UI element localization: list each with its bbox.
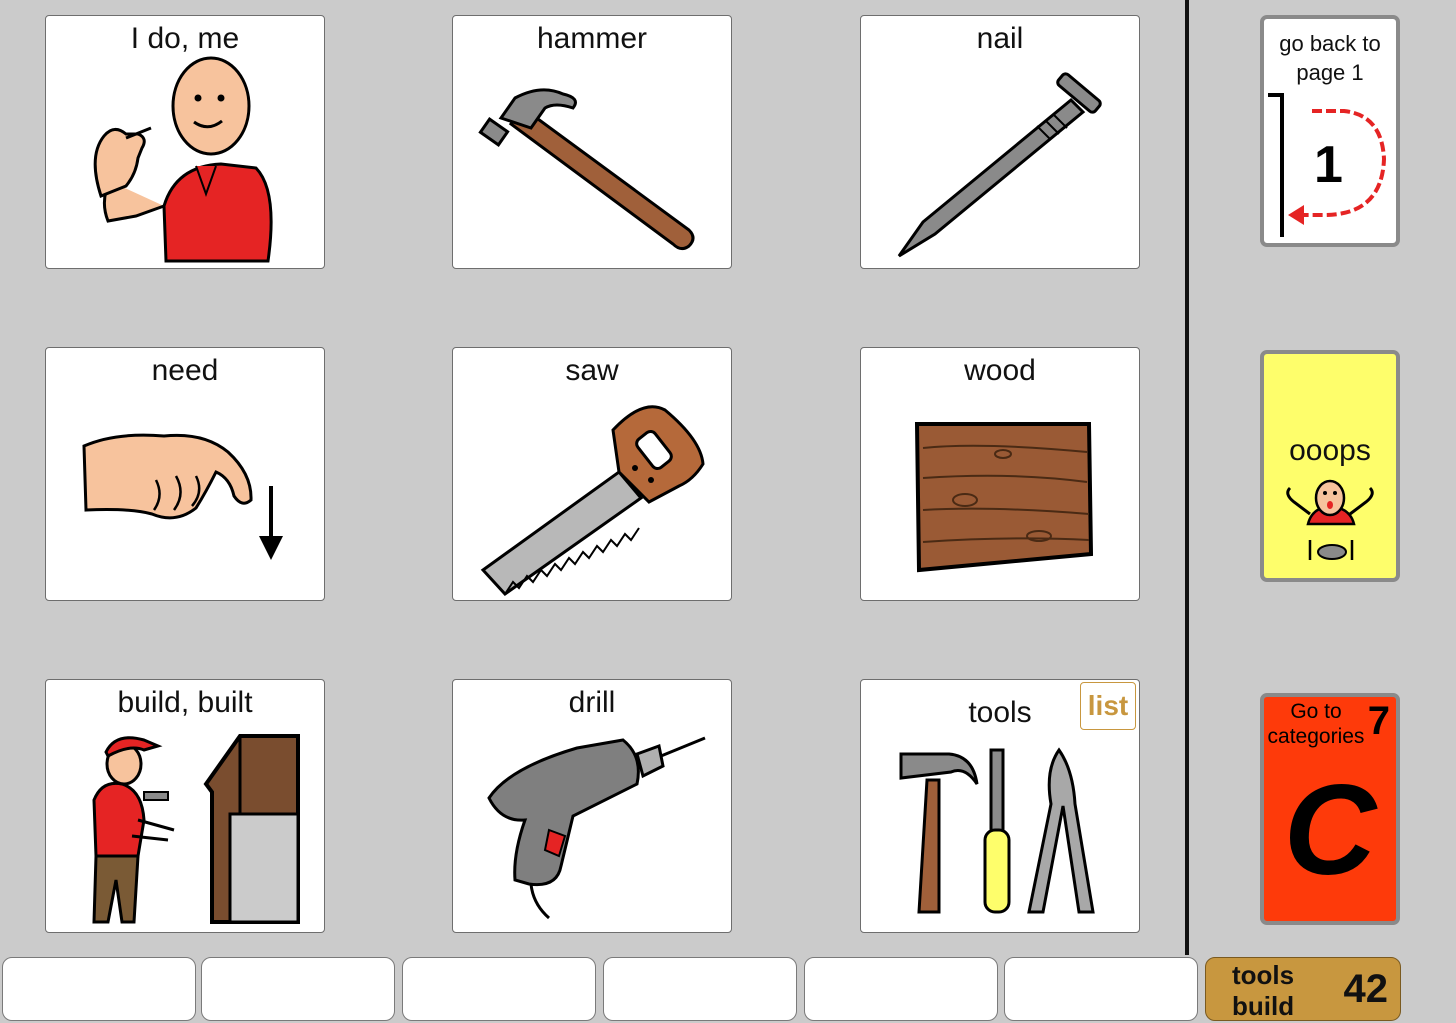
back-page-number: 1 bbox=[1314, 136, 1343, 194]
cell-need[interactable]: need bbox=[45, 347, 325, 601]
divider bbox=[1185, 0, 1189, 955]
person-pointing-self-icon bbox=[93, 56, 273, 263]
categories-line1: Go to bbox=[1290, 700, 1342, 723]
need-hand-icon bbox=[82, 433, 283, 560]
cell-hammer[interactable]: hammer bbox=[452, 15, 732, 269]
cell-wood[interactable]: wood bbox=[860, 347, 1140, 601]
message-slot-3[interactable] bbox=[402, 957, 596, 1021]
saw-icon bbox=[480, 405, 705, 596]
message-slot-5[interactable] bbox=[804, 957, 998, 1021]
categories-number: 7 bbox=[1367, 699, 1390, 743]
nail-icon bbox=[897, 72, 1102, 258]
page-badge: tools build 42 bbox=[1205, 957, 1401, 1021]
message-slot-6[interactable] bbox=[1004, 957, 1198, 1021]
categories-letter-icon: C bbox=[1283, 759, 1377, 902]
go-to-categories-button[interactable]: Go to categories 7 C bbox=[1260, 693, 1400, 925]
person-building-icon bbox=[92, 734, 300, 924]
badge-line1: tools bbox=[1232, 960, 1295, 990]
oops-person-icon bbox=[1286, 479, 1374, 560]
badge-page-number: 42 bbox=[1343, 967, 1389, 1011]
cell-i-do-me[interactable]: I do, me bbox=[45, 15, 325, 269]
go-back-page-1-button[interactable]: go back to page 1 1 bbox=[1260, 15, 1400, 247]
categories-line2: categories bbox=[1267, 725, 1365, 748]
cell-saw[interactable]: saw bbox=[452, 347, 732, 601]
badge-line2: build bbox=[1232, 991, 1295, 1021]
drill-icon bbox=[487, 736, 706, 920]
message-slot-4[interactable] bbox=[603, 957, 797, 1021]
message-slot-1[interactable] bbox=[2, 957, 196, 1021]
cell-drill[interactable]: drill bbox=[452, 679, 732, 933]
tools-icon bbox=[899, 747, 1095, 914]
cell-build-built[interactable]: build, built bbox=[45, 679, 325, 933]
wood-plank-icon bbox=[914, 422, 1094, 573]
hammer-icon bbox=[478, 88, 695, 251]
oops-button[interactable]: ooops bbox=[1260, 350, 1400, 582]
message-slot-2[interactable] bbox=[201, 957, 395, 1021]
cell-tools[interactable]: tools list bbox=[860, 679, 1140, 933]
cell-nail[interactable]: nail bbox=[860, 15, 1140, 269]
return-arrow-icon bbox=[1268, 93, 1387, 237]
